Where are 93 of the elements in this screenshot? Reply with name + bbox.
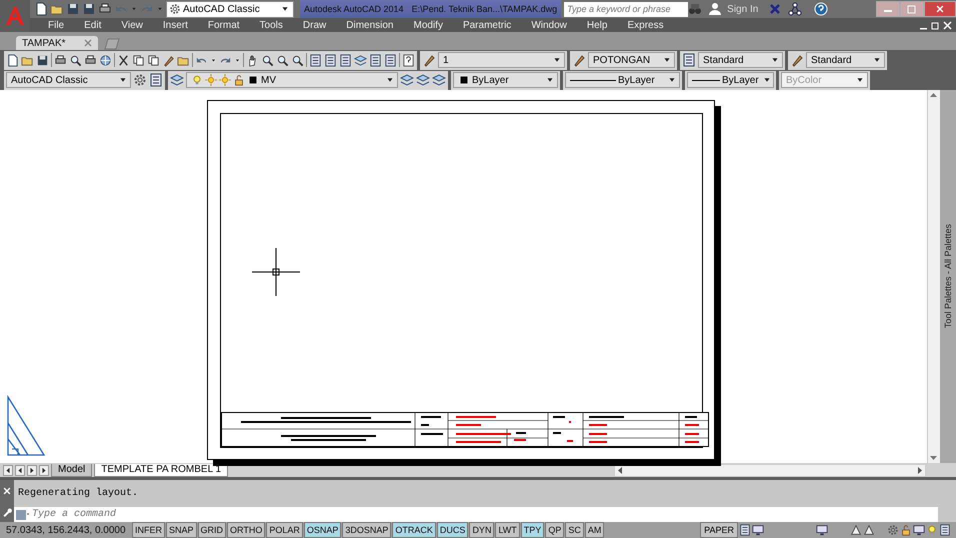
binoculars-icon[interactable] xyxy=(688,2,702,16)
ucs-triangle-icon xyxy=(6,395,46,457)
tool-palettes-bar[interactable]: Tool Palettes - All Palettes xyxy=(940,90,956,463)
lock-icon xyxy=(233,74,245,86)
drafting-toggle[interactable]: POLAR xyxy=(266,522,303,538)
color-dropdown[interactable]: ByLayer xyxy=(453,72,558,88)
layer-properties-icon[interactable] xyxy=(170,73,184,87)
brush-icon[interactable] xyxy=(162,54,175,66)
command-prompt-icon[interactable] xyxy=(16,508,30,520)
help-icon[interactable] xyxy=(402,54,415,66)
drafting-toggle[interactable]: QP xyxy=(545,522,564,538)
network-icon[interactable] xyxy=(788,2,802,16)
restore-icon xyxy=(907,4,917,14)
horizontal-scrollbar[interactable] xyxy=(614,464,926,476)
tab-first-icon[interactable] xyxy=(3,464,13,476)
drafting-toggle[interactable]: GRID xyxy=(198,522,226,538)
print-icon[interactable] xyxy=(54,54,67,66)
menu-item[interactable]: Insert xyxy=(152,20,198,30)
command-history: Regenerating layout. xyxy=(17,486,140,501)
app-title: Autodesk AutoCAD 2014 xyxy=(304,4,404,14)
command-line-field[interactable]: Type a command xyxy=(14,507,938,522)
table-style-dropdown[interactable]: Standard xyxy=(698,52,783,68)
paper-space-toggle[interactable]: PAPER xyxy=(700,522,738,538)
customize-icon[interactable] xyxy=(2,506,12,516)
layout-tab[interactable]: Model xyxy=(51,464,92,476)
menu-item[interactable]: Express xyxy=(617,20,674,30)
linetype-dropdown[interactable]: ByLayer xyxy=(565,72,680,88)
menu-item[interactable]: Format xyxy=(198,20,250,30)
save-as-icon[interactable] xyxy=(82,2,96,16)
drafting-toggle[interactable]: 3DOSNAP xyxy=(342,522,392,538)
dimension-style-dropdown[interactable]: POTONGAN xyxy=(588,52,675,68)
drafting-toggle[interactable]: INFER xyxy=(132,522,165,538)
drafting-toggle[interactable]: DYN xyxy=(469,522,494,538)
color-swatch-icon xyxy=(458,74,470,86)
menu-item[interactable]: Window xyxy=(521,20,577,30)
drafting-toggle[interactable]: OTRACK xyxy=(392,522,436,538)
drafting-toggle[interactable]: AM xyxy=(584,522,604,538)
caret-icon xyxy=(130,5,138,13)
menu-item[interactable]: Help xyxy=(576,20,618,30)
coordinates-readout: 57.0343, 156.2443, 0.0000 xyxy=(5,524,127,536)
caret-icon xyxy=(234,56,241,64)
gear-icon xyxy=(169,3,181,15)
close-icon xyxy=(935,4,945,14)
search-field[interactable]: Type a keyword or phrase xyxy=(564,2,688,16)
cut-icon[interactable] xyxy=(117,54,130,66)
lock-icon[interactable] xyxy=(900,524,912,536)
workspace-gear-icon[interactable] xyxy=(887,524,899,536)
tab-last-icon[interactable] xyxy=(39,464,49,476)
multileader-style-dropdown[interactable]: Standard xyxy=(806,52,885,68)
settings-icon[interactable] xyxy=(133,73,147,87)
caret-icon xyxy=(156,5,164,13)
vertical-scrollbar[interactable] xyxy=(927,90,940,463)
lightbulb-icon xyxy=(191,74,203,86)
sign-in-link[interactable]: Sign In xyxy=(727,4,758,14)
drafting-toggle[interactable]: LWT xyxy=(495,522,520,538)
save-icon[interactable] xyxy=(36,54,49,66)
menu-item[interactable]: Modify xyxy=(404,20,453,30)
workspace-dropdown[interactable]: AutoCAD Classic xyxy=(6,72,131,88)
palette-title: Tool Palettes - All Palettes xyxy=(943,224,953,329)
zoom-icon[interactable] xyxy=(261,54,274,66)
menu-item[interactable]: View xyxy=(111,20,153,30)
menu-item[interactable]: Tools xyxy=(250,20,293,30)
tab-previous-icon[interactable] xyxy=(15,464,25,476)
drafting-toggle[interactable]: DUCS xyxy=(436,522,468,538)
file-path: E:\Pend. Teknik Ban...\TAMPAK.dwg xyxy=(412,4,558,14)
drafting-toggle[interactable]: SNAP xyxy=(166,522,197,538)
crosshair-cursor xyxy=(252,248,300,296)
drafting-toggle[interactable]: OSNAP xyxy=(304,522,342,538)
document-tab[interactable]: TAMPAK* xyxy=(16,36,98,50)
menu-item[interactable]: Edit xyxy=(74,20,112,30)
layer-dropdown[interactable]: MV xyxy=(186,72,398,88)
color-swatch-icon xyxy=(247,74,259,86)
drafting-toggle[interactable]: SC xyxy=(565,522,584,538)
drafting-toggle[interactable]: ORTHO xyxy=(227,522,266,538)
new-file-icon[interactable] xyxy=(6,54,19,66)
caret-icon xyxy=(210,56,217,64)
new-file-icon[interactable] xyxy=(34,2,48,16)
text-style-dropdown[interactable]: 1 xyxy=(438,52,565,68)
save-icon[interactable] xyxy=(66,2,80,16)
restore-icon[interactable] xyxy=(931,20,940,30)
menu-item[interactable]: File xyxy=(38,20,74,30)
close-button[interactable] xyxy=(924,1,956,17)
copy-icon[interactable] xyxy=(132,54,145,66)
workspace-dropdown[interactable]: AutoCAD Classic xyxy=(166,0,294,18)
drafting-toggle[interactable]: TPY xyxy=(520,522,544,538)
menu-item[interactable]: Dimension xyxy=(336,20,404,30)
tab-next-icon[interactable] xyxy=(27,464,37,476)
lineweight-dropdown[interactable]: ByLayer xyxy=(687,72,774,88)
sun-icon xyxy=(205,74,217,86)
menu-item[interactable]: Draw xyxy=(292,20,336,30)
menu-item[interactable]: Parametric xyxy=(452,20,522,30)
user-icon[interactable] xyxy=(708,2,722,16)
globe-icon[interactable] xyxy=(99,54,112,66)
